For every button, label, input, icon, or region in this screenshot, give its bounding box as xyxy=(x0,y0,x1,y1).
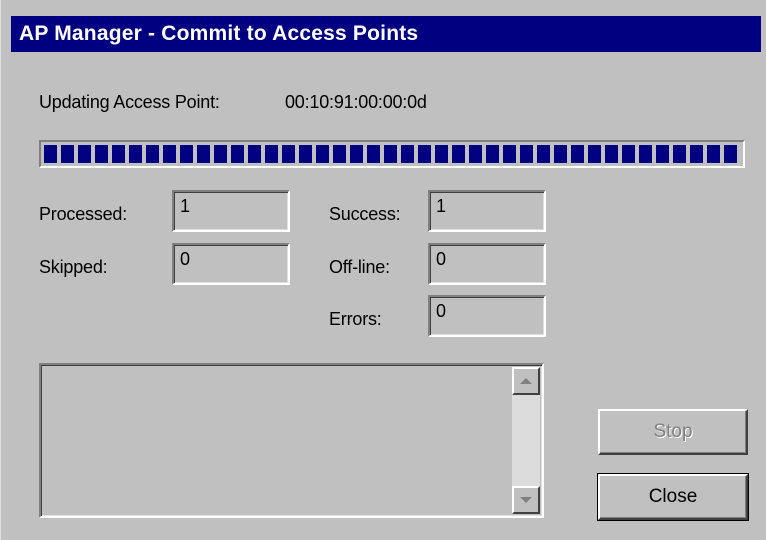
success-label: Success: xyxy=(329,204,401,224)
processed-value: 1 xyxy=(180,196,191,216)
access-point-mac: 00:10:91:00:00:0d xyxy=(285,92,427,112)
offline-label: Off-line: xyxy=(329,257,390,277)
log-list[interactable] xyxy=(39,363,544,518)
offline-field: 0 xyxy=(428,243,546,285)
skipped-value: 0 xyxy=(180,249,191,269)
skipped-field: 0 xyxy=(172,243,290,285)
processed-label: Processed: xyxy=(39,204,128,224)
errors-value: 0 xyxy=(436,301,447,321)
scroll-down-button[interactable] xyxy=(512,486,540,514)
scroll-down-arrow-icon xyxy=(520,497,532,503)
progress-bar xyxy=(39,140,745,168)
errors-field: 0 xyxy=(428,295,546,337)
scroll-up-button[interactable] xyxy=(512,367,540,395)
success-field: 1 xyxy=(428,190,546,232)
title-bar[interactable]: AP Manager - Commit to Access Points xyxy=(11,16,761,52)
success-value: 1 xyxy=(436,196,447,216)
dialog-window: AP Manager - Commit to Access Points Upd… xyxy=(0,0,766,540)
progress-fill xyxy=(44,145,741,163)
processed-field: 1 xyxy=(172,190,290,232)
scroll-up-arrow-icon xyxy=(520,378,532,384)
skipped-label: Skipped: xyxy=(39,257,108,277)
close-button[interactable]: Close xyxy=(597,473,749,521)
updating-label: Updating Access Point: xyxy=(39,92,220,112)
window-title: AP Manager - Commit to Access Points xyxy=(19,22,419,45)
offline-value: 0 xyxy=(436,249,447,269)
log-scrollbar[interactable] xyxy=(512,367,540,514)
errors-label: Errors: xyxy=(329,309,382,329)
stop-button[interactable]: Stop xyxy=(598,409,748,455)
